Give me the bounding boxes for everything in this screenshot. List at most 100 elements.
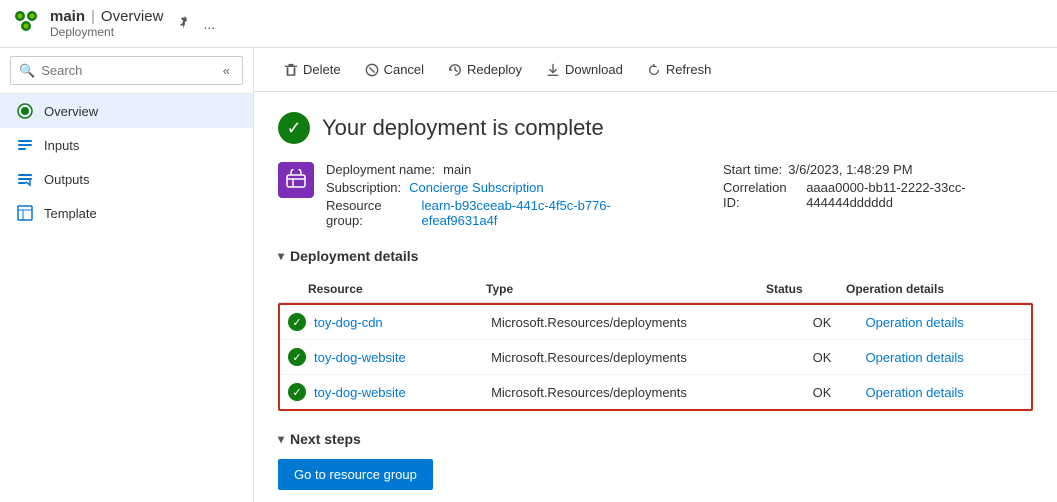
success-check-icon: ✓ — [278, 112, 310, 144]
resource-type: Microsoft.Resources/deployments — [483, 375, 805, 410]
deployment-status-title: Your deployment is complete — [322, 115, 604, 141]
meta-details: Deployment name: main Subscription: Conc… — [326, 162, 663, 228]
goto-resource-group-button[interactable]: Go to resource group — [278, 459, 433, 490]
resource-group-link[interactable]: learn-b93ceeab-441c-4f5c-b776-efeaf9631a… — [422, 198, 663, 228]
meta-name-row: Deployment name: main — [326, 162, 663, 177]
sidebar-item-outputs[interactable]: Outputs — [0, 162, 253, 196]
start-time-row: Start time: 3/6/2023, 1:48:29 PM — [723, 162, 1033, 177]
operation-details-link[interactable]: Operation details — [865, 315, 963, 330]
cancel-icon — [365, 63, 379, 77]
row-check-icon: ✓ — [288, 313, 306, 331]
meta-subscription-row: Subscription: Concierge Subscription — [326, 180, 663, 195]
meta-resource-group-row: Resource group: learn-b93ceeab-441c-4f5c… — [326, 198, 663, 228]
redeploy-icon — [448, 63, 462, 77]
deployment-details-section: ▾ Deployment details Resource Type Statu… — [278, 248, 1033, 411]
meta-left: Deployment name: main Subscription: Conc… — [278, 162, 663, 228]
app-subtitle: Overview — [101, 8, 164, 25]
title-separator: | — [91, 8, 95, 25]
subscription-link[interactable]: Concierge Subscription — [409, 180, 543, 195]
resource-status: OK — [805, 375, 858, 410]
deployment-name-value: main — [443, 162, 471, 177]
sidebar-item-template[interactable]: Template — [0, 196, 253, 230]
overview-icon — [16, 102, 34, 120]
top-icons: ... — [173, 13, 219, 34]
refresh-button[interactable]: Refresh — [637, 56, 722, 83]
chevron-down-icon: ▾ — [278, 249, 284, 263]
operation-details-link[interactable]: Operation details — [865, 385, 963, 400]
download-button[interactable]: Download — [536, 56, 633, 83]
cancel-button[interactable]: Cancel — [355, 56, 434, 83]
outputs-label: Outputs — [44, 172, 90, 187]
col-type: Type — [478, 276, 758, 303]
collapse-button[interactable]: « — [219, 61, 234, 80]
main-layout: 🔍 « Overview Inputs — [0, 48, 1057, 502]
download-label: Download — [565, 62, 623, 77]
redeploy-button[interactable]: Redeploy — [438, 56, 532, 83]
row-check-icon: ✓ — [288, 383, 306, 401]
start-time-label: Start time: — [723, 162, 782, 177]
meta-right: Start time: 3/6/2023, 1:48:29 PM Correla… — [723, 162, 1033, 228]
content-area: Delete Cancel Redeploy — [254, 48, 1057, 502]
next-steps-section: ▾ Next steps Go to resource group — [278, 431, 1033, 490]
resource-type: Microsoft.Resources/deployments — [483, 340, 805, 375]
col-operation: Operation details — [838, 276, 1033, 303]
refresh-label: Refresh — [666, 62, 712, 77]
app-logo — [12, 8, 50, 39]
start-time-value: 3/6/2023, 1:48:29 PM — [788, 162, 912, 177]
overview-label: Overview — [44, 104, 98, 119]
sidebar-item-inputs[interactable]: Inputs — [0, 128, 253, 162]
operation-details-link[interactable]: Operation details — [865, 350, 963, 365]
cancel-label: Cancel — [384, 62, 424, 77]
correlation-value: aaaa0000-bb11-2222-33cc-444444dddddd — [806, 180, 1033, 210]
col-resource: Resource — [278, 276, 478, 303]
resource-type: Microsoft.Resources/deployments — [483, 305, 805, 340]
deployment-header: ✓ Your deployment is complete — [278, 112, 1033, 144]
correlation-row: Correlation ID: aaaa0000-bb11-2222-33cc-… — [723, 180, 1033, 210]
search-input[interactable] — [41, 63, 219, 78]
more-button[interactable]: ... — [199, 14, 219, 34]
toolbar: Delete Cancel Redeploy — [254, 48, 1057, 92]
download-icon — [546, 63, 560, 77]
page-content: ✓ Your deployment is complete — [254, 92, 1057, 502]
inputs-icon — [16, 136, 34, 154]
next-steps-label: Next steps — [290, 431, 361, 447]
resource-group-label: Resource group: — [326, 198, 414, 228]
subscription-label: Subscription: — [326, 180, 401, 195]
resource-link[interactable]: toy-dog-cdn — [314, 315, 383, 330]
pin-button[interactable] — [173, 13, 195, 34]
search-bar: 🔍 « — [0, 48, 253, 94]
deployment-name-label: Deployment name: — [326, 162, 435, 177]
deployment-avatar — [278, 162, 314, 198]
top-bar: main | Overview Deployment ... — [0, 0, 1057, 48]
resource-status: OK — [805, 305, 858, 340]
resource-link[interactable]: toy-dog-website — [314, 385, 406, 400]
nav-items: Overview Inputs Outputs — [0, 94, 253, 502]
delete-button[interactable]: Delete — [274, 56, 351, 83]
deployment-details-table: Resource Type Status Operation details — [278, 276, 1033, 303]
deployment-details-header[interactable]: ▾ Deployment details — [278, 248, 1033, 264]
inputs-label: Inputs — [44, 138, 79, 153]
resource-link[interactable]: toy-dog-website — [314, 350, 406, 365]
table-row: ✓ toy-dog-cdn Microsoft.Resources/deploy… — [280, 305, 1031, 340]
table-row: ✓ toy-dog-website Microsoft.Resources/de… — [280, 340, 1031, 375]
deployment-meta: Deployment name: main Subscription: Conc… — [278, 162, 1033, 228]
resource-status: OK — [805, 340, 858, 375]
search-input-wrap: 🔍 « — [10, 56, 243, 85]
correlation-label: Correlation ID: — [723, 180, 800, 210]
outputs-icon — [16, 170, 34, 188]
sidebar: 🔍 « Overview Inputs — [0, 48, 254, 502]
row-check-icon: ✓ — [288, 348, 306, 366]
deployment-details-label: Deployment details — [290, 248, 418, 264]
refresh-icon — [647, 63, 661, 77]
col-status: Status — [758, 276, 838, 303]
next-steps-header[interactable]: ▾ Next steps — [278, 431, 1033, 447]
search-icon: 🔍 — [19, 63, 35, 79]
template-icon — [16, 204, 34, 222]
resource-rows-table: ✓ toy-dog-cdn Microsoft.Resources/deploy… — [280, 305, 1031, 409]
resource-rows-container: ✓ toy-dog-cdn Microsoft.Resources/deploy… — [278, 303, 1033, 411]
app-title: main — [50, 8, 85, 25]
table-row: ✓ toy-dog-website Microsoft.Resources/de… — [280, 375, 1031, 410]
chevron-down-icon-2: ▾ — [278, 432, 284, 446]
delete-label: Delete — [303, 62, 341, 77]
sidebar-item-overview[interactable]: Overview — [0, 94, 253, 128]
